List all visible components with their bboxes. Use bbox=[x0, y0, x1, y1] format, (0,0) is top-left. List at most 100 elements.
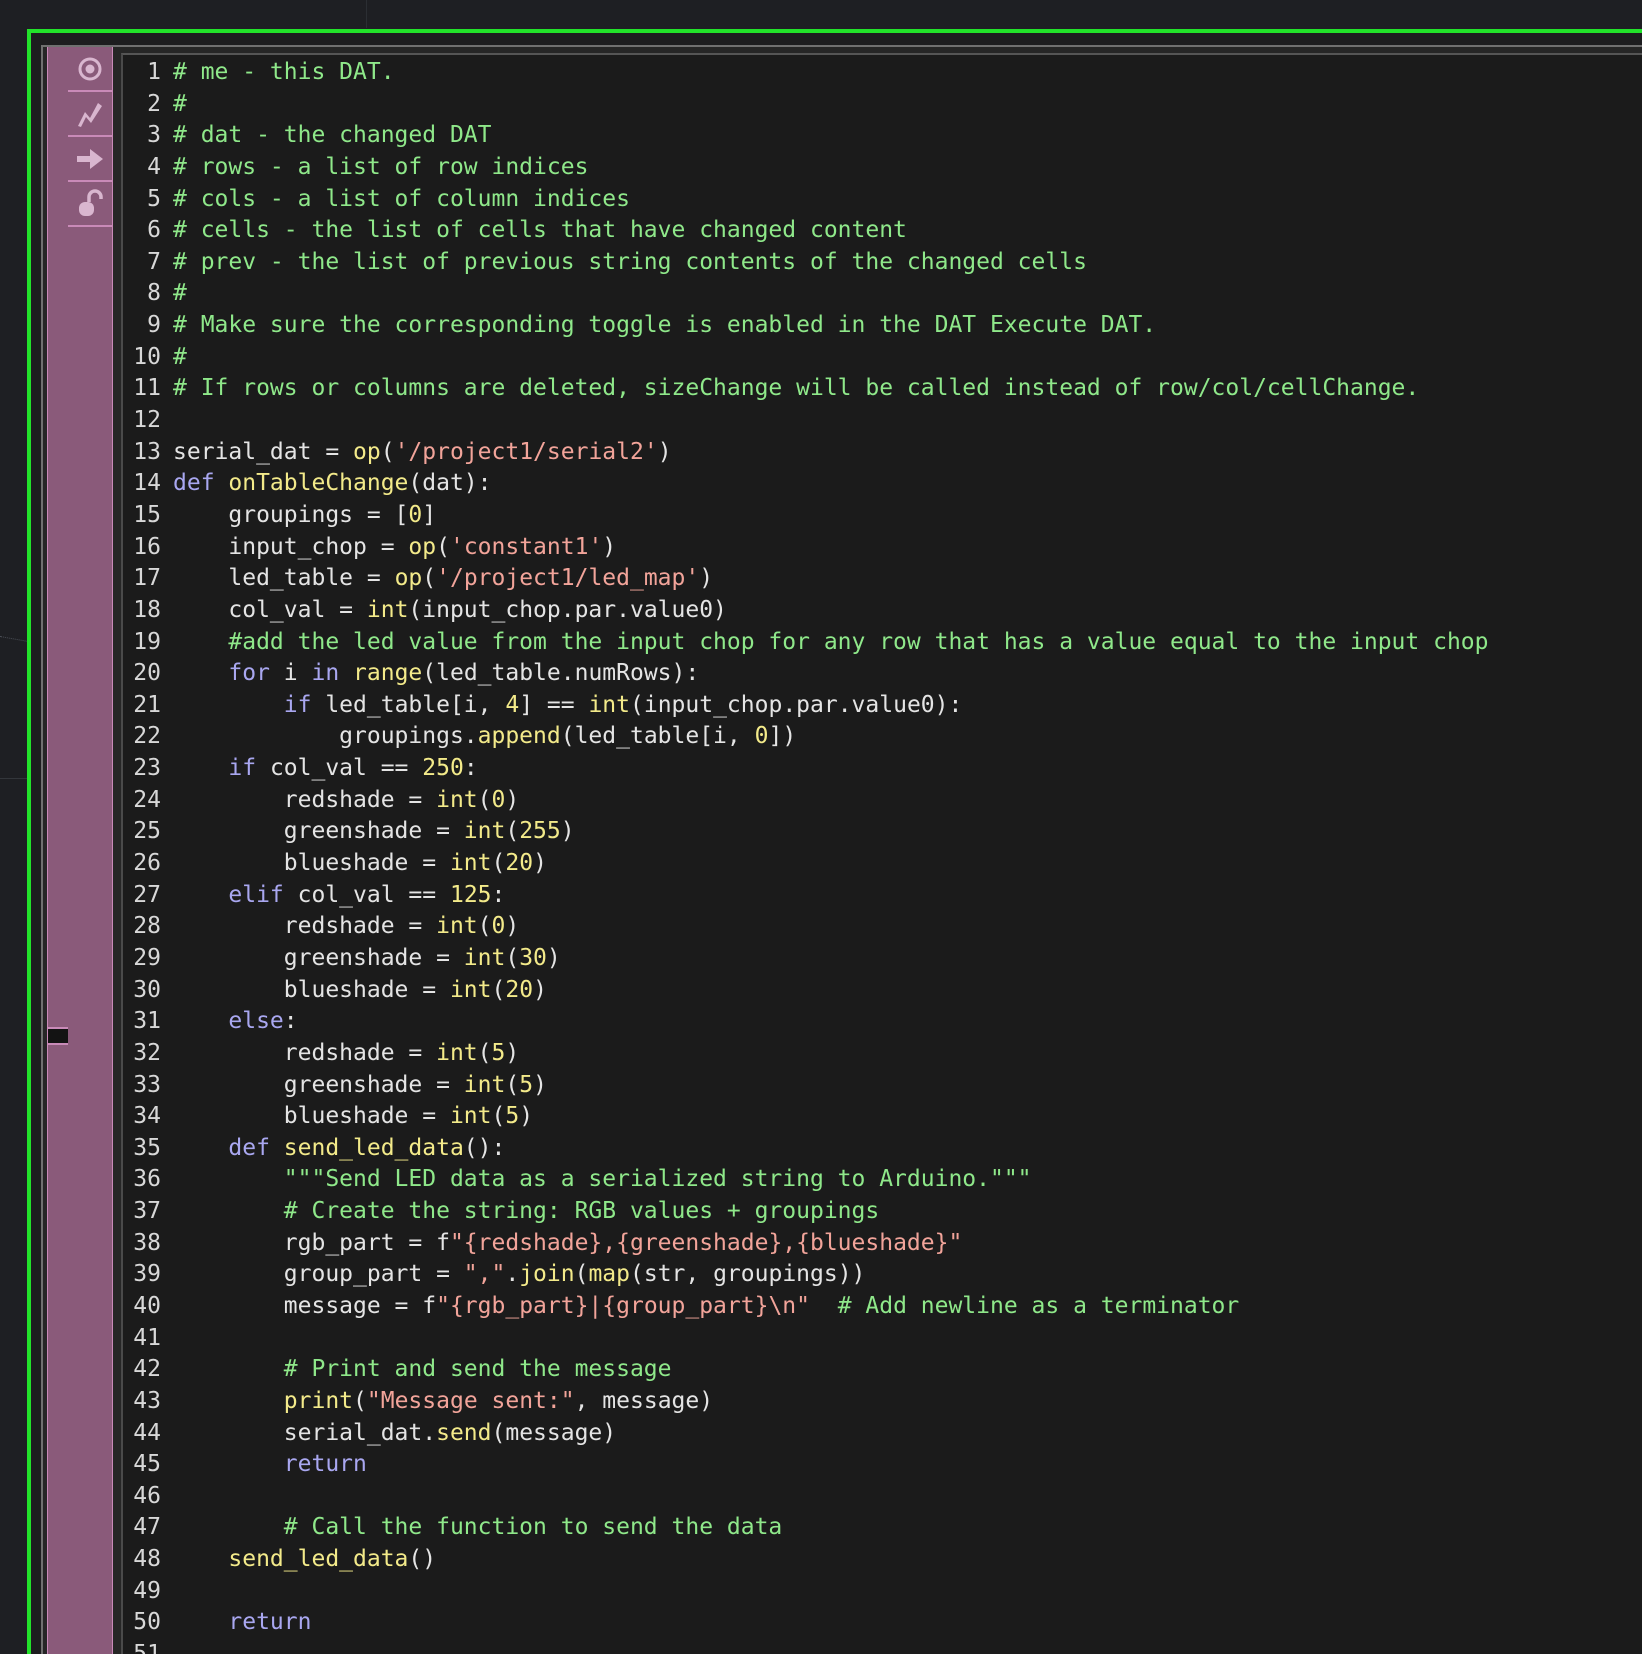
code-token: 0 bbox=[754, 723, 769, 750]
code-line[interactable]: 43 print("Message sent:", message) bbox=[123, 1386, 1488, 1418]
code-line[interactable]: 2 # bbox=[123, 89, 1488, 121]
code-line[interactable]: 38 rgb_part = f"{redshade},{greenshade},… bbox=[123, 1228, 1488, 1260]
line-number: 37 bbox=[133, 1198, 161, 1225]
code-token: # Call the function to send the data bbox=[283, 1514, 783, 1541]
code-token: ( bbox=[491, 976, 506, 1003]
line-number: 7 bbox=[147, 248, 161, 275]
code-token: () bbox=[408, 1546, 437, 1573]
code-token: blueshade = bbox=[173, 850, 450, 877]
code-line[interactable]: 14 def onTableChange(dat): bbox=[123, 468, 1488, 500]
code-area[interactable]: 1 # me - this DAT. 2 #3 # dat - the changed … bbox=[123, 57, 1488, 1654]
code-line[interactable]: 20 for i in range(led_table.numRows): bbox=[123, 658, 1488, 690]
code-token: "{redshade},{greenshade},{blueshade}" bbox=[449, 1229, 963, 1256]
code-line[interactable]: 11 # If rows or columns are deleted, size… bbox=[123, 373, 1488, 405]
code-line[interactable]: 24 redshade = int(0) bbox=[123, 785, 1488, 817]
code-line[interactable]: 41 bbox=[123, 1323, 1488, 1355]
code-token: , message) bbox=[574, 1387, 714, 1414]
code-token: for bbox=[228, 660, 284, 687]
code-token: ( bbox=[505, 1071, 520, 1098]
code-line[interactable]: 26 blueshade = int(20) bbox=[123, 848, 1488, 880]
code-line[interactable]: 15 groupings = [0] bbox=[123, 500, 1488, 532]
code-line[interactable]: 12 bbox=[123, 405, 1488, 437]
code-token: # Add newline as a terminator bbox=[837, 1292, 1240, 1319]
line-text: # dat - the changed DAT bbox=[173, 120, 492, 152]
code-line[interactable]: 1 # me - this DAT. bbox=[123, 57, 1488, 89]
code-line[interactable]: 39 group_part = ",".join(map(str, groupi… bbox=[123, 1259, 1488, 1291]
code-token: # prev - the list of previous string con… bbox=[173, 248, 1087, 275]
line-number: 44 bbox=[133, 1419, 161, 1446]
code-editor[interactable]: 1 # me - this DAT. 2 #3 # dat - the changed … bbox=[121, 53, 1642, 1654]
code-line[interactable]: 27 elif col_val == 125: bbox=[123, 880, 1488, 912]
line-number: 26 bbox=[133, 850, 161, 877]
code-token: # Make sure the corresponding toggle is … bbox=[173, 312, 1157, 339]
code-line[interactable]: 31 else: bbox=[123, 1006, 1488, 1038]
background-grid-line bbox=[366, 0, 367, 28]
code-line[interactable]: 4 # rows - a list of row indices bbox=[123, 152, 1488, 184]
code-line[interactable]: 47 # Call the function to send the data bbox=[123, 1512, 1488, 1544]
line-text: # If rows or columns are deleted, sizeCh… bbox=[173, 373, 1419, 405]
code-line[interactable]: 8 # bbox=[123, 278, 1488, 310]
code-token: . bbox=[505, 1261, 520, 1288]
code-line[interactable]: 6 # cells - the list of cells that have c… bbox=[123, 215, 1488, 247]
line-number: 15 bbox=[133, 501, 161, 528]
code-line[interactable]: 29 greenshade = int(30) bbox=[123, 943, 1488, 975]
line-number: 22 bbox=[133, 723, 161, 750]
code-line[interactable]: 44 serial_dat.send(message) bbox=[123, 1418, 1488, 1450]
export-button[interactable] bbox=[68, 137, 112, 182]
code-line[interactable]: 5 # cols - a list of column indices bbox=[123, 184, 1488, 216]
line-number: 27 bbox=[133, 881, 161, 908]
line-number: 47 bbox=[133, 1514, 161, 1541]
code-line[interactable]: 48 send_led_data() bbox=[123, 1544, 1488, 1576]
code-line[interactable]: 51 bbox=[123, 1639, 1488, 1654]
cook-flag-button[interactable] bbox=[68, 92, 112, 137]
code-line[interactable]: 25 greenshade = int(255) bbox=[123, 816, 1488, 848]
code-line[interactable]: 50 return bbox=[123, 1607, 1488, 1639]
code-token: serial_dat. bbox=[173, 1419, 437, 1446]
code-token: ) bbox=[505, 786, 520, 813]
line-number: 4 bbox=[147, 153, 161, 180]
code-line[interactable]: 42 # Print and send the message bbox=[123, 1354, 1488, 1386]
code-line[interactable]: 46 bbox=[123, 1481, 1488, 1513]
code-line[interactable]: 16 input_chop = op('constant1') bbox=[123, 532, 1488, 564]
code-line[interactable]: 34 blueshade = int(5) bbox=[123, 1101, 1488, 1133]
line-number: 51 bbox=[123, 1639, 173, 1654]
code-line[interactable]: 49 bbox=[123, 1576, 1488, 1608]
code-token: send_led_data bbox=[283, 1134, 464, 1161]
line-text: groupings = [0] bbox=[173, 500, 436, 532]
code-line[interactable]: 30 blueshade = int(20) bbox=[123, 975, 1488, 1007]
code-line[interactable]: 19 #add the led value from the input cho… bbox=[123, 627, 1488, 659]
lock-button[interactable] bbox=[68, 182, 112, 227]
code-line[interactable]: 22 groupings.append(led_table[i, 0]) bbox=[123, 721, 1488, 753]
code-token: op bbox=[394, 565, 423, 592]
code-line[interactable]: 35 def send_led_data(): bbox=[123, 1133, 1488, 1165]
lock-icon bbox=[79, 188, 103, 216]
code-token: int bbox=[436, 913, 478, 940]
code-token: greenshade = bbox=[173, 944, 464, 971]
code-line[interactable]: 9 # Make sure the corresponding toggle is… bbox=[123, 310, 1488, 342]
code-line[interactable]: 18 col_val = int(input_chop.par.value0) bbox=[123, 595, 1488, 627]
line-number: 8 bbox=[147, 280, 161, 307]
line-number: 31 bbox=[133, 1008, 161, 1035]
code-token: int bbox=[463, 1071, 506, 1098]
code-line[interactable]: 17 led_table = op('/project1/led_map') bbox=[123, 563, 1488, 595]
code-token: 30 bbox=[519, 944, 547, 971]
code-line[interactable]: 13 serial_dat = op('/project1/serial2') bbox=[123, 437, 1488, 469]
code-line[interactable]: 3 # dat - the changed DAT bbox=[123, 120, 1488, 152]
dat-node-frame[interactable]: 1 # me - this DAT. 2 #3 # dat - the changed … bbox=[27, 29, 1642, 1654]
code-line[interactable]: 40 message = f"{rgb_part}|{group_part}\n… bbox=[123, 1291, 1488, 1323]
code-line[interactable]: 10 # bbox=[123, 342, 1488, 374]
code-line[interactable]: 36 """Send LED data as a serialized stri… bbox=[123, 1164, 1488, 1196]
code-line[interactable]: 28 redshade = int(0) bbox=[123, 911, 1488, 943]
code-line[interactable]: 7 # prev - the list of previous string co… bbox=[123, 247, 1488, 279]
code-line[interactable]: 33 greenshade = int(5) bbox=[123, 1070, 1488, 1102]
line-number: 39 bbox=[133, 1261, 161, 1288]
viewer-active-button[interactable] bbox=[68, 47, 112, 92]
line-number: 16 bbox=[133, 533, 161, 560]
code-line[interactable]: 37 # Create the string: RGB values + gro… bbox=[123, 1196, 1488, 1228]
code-line[interactable]: 23 if col_val == 250: bbox=[123, 753, 1488, 785]
code-line[interactable]: 32 redshade = int(5) bbox=[123, 1038, 1488, 1070]
line-text: # me - this DAT. bbox=[173, 57, 395, 89]
code-line[interactable]: 45 return bbox=[123, 1449, 1488, 1481]
code-line[interactable]: 21 if led_table[i, 4] == int(input_chop.… bbox=[123, 690, 1488, 722]
